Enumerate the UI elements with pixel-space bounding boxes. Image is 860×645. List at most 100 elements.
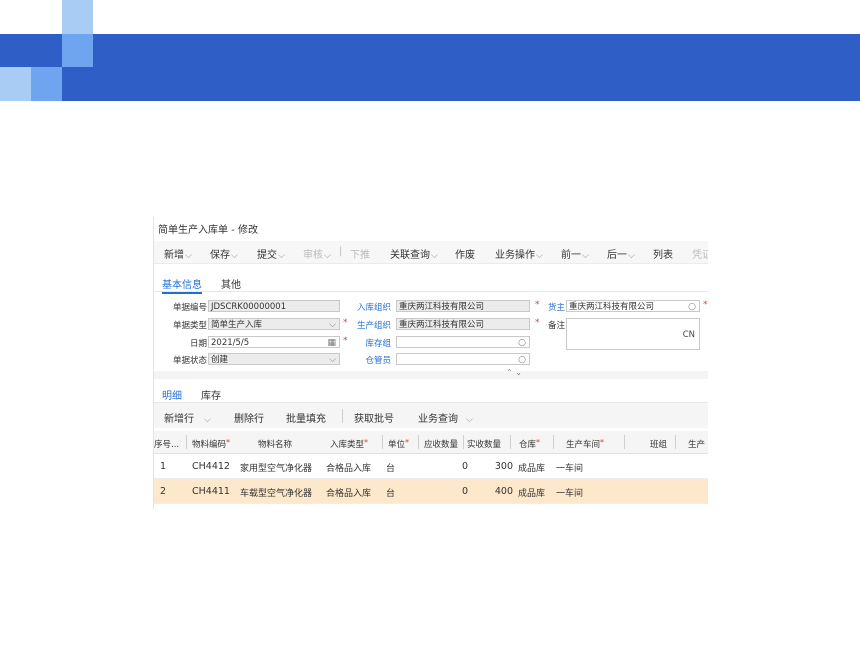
search-icon[interactable]: ○	[518, 354, 526, 364]
chevron-down-icon: ⌵	[278, 251, 285, 261]
keeper-field[interactable]: ○	[396, 353, 530, 365]
col-seq[interactable]: 序号...	[154, 438, 179, 450]
chevron-down-icon: ⌵	[582, 251, 589, 261]
col-real-qty[interactable]: 实收数量	[467, 438, 501, 450]
col-material-code[interactable]: 物料编码*	[192, 438, 230, 450]
title-banner	[0, 34, 860, 101]
col-production[interactable]: 生产	[688, 438, 705, 450]
col-workshop[interactable]: 生产车间*	[566, 438, 604, 450]
cell-real-qty[interactable]: 300	[495, 461, 513, 472]
status-label: 单据状态	[172, 356, 207, 366]
production-org-label: 生产组织	[356, 321, 391, 331]
cell-material-code[interactable]: CH4412	[192, 461, 230, 472]
cell-stock-type[interactable]: 合格品入库	[326, 461, 371, 474]
required-mark: *	[343, 336, 348, 346]
save-button[interactable]: 保存⌵	[210, 246, 238, 261]
cell-real-qty[interactable]: 400	[495, 486, 513, 497]
get-lot-button[interactable]: 获取批号	[354, 410, 394, 425]
search-icon[interactable]: ○	[518, 337, 526, 347]
list-button[interactable]: 列表	[653, 246, 673, 261]
status-select[interactable]: 创建 ⌵	[208, 353, 340, 365]
voucher-button[interactable]: 凭证	[692, 246, 708, 261]
stock-group-label: 库存组	[365, 339, 391, 349]
note-label: 备注	[547, 321, 565, 331]
cell-stock-type[interactable]: 合格品入库	[326, 486, 371, 499]
window-title: 简单生产入库单 - 修改	[158, 225, 258, 236]
column-divider	[186, 435, 187, 449]
related-query-button[interactable]: 关联查询⌵	[390, 246, 438, 261]
date-label: 日期	[189, 339, 207, 349]
col-due-qty[interactable]: 应收数量	[424, 438, 458, 450]
cell-workshop[interactable]: 一车间	[556, 461, 583, 474]
column-divider	[510, 435, 511, 449]
cell-unit[interactable]: 台	[386, 461, 395, 474]
collapse-icon[interactable]: ⌃ ⌄	[506, 368, 522, 377]
audit-button[interactable]: 审核⌵	[303, 246, 331, 261]
bill-type-select[interactable]: 简单生产入库 ⌵	[208, 318, 340, 330]
add-row-button[interactable]: 新增行 ⌵	[164, 410, 211, 425]
cell-due-qty[interactable]: 0	[462, 486, 468, 497]
date-field[interactable]: 2021/5/5 ▦	[208, 336, 340, 348]
cell-unit[interactable]: 台	[386, 486, 395, 499]
col-material-name[interactable]: 物料名称	[258, 438, 292, 450]
column-divider	[418, 435, 419, 449]
business-ops-button[interactable]: 业务操作⌵	[495, 246, 543, 261]
delete-row-button[interactable]: 删除行	[234, 410, 264, 425]
previous-button[interactable]: 前一⌵	[561, 246, 589, 261]
stock-org-label: 入库组织	[356, 303, 391, 313]
tab-inventory[interactable]: 库存	[201, 387, 221, 402]
chevron-down-icon: ⌵	[324, 251, 331, 261]
cell-material-code[interactable]: CH4411	[192, 486, 230, 497]
table-header: 序号... 物料编码* 物料名称 入库类型* 单位* 应收数量 实收数量 仓库*…	[154, 431, 708, 454]
chevron-down-icon: ⌵	[431, 251, 438, 261]
stock-org-field[interactable]: 重庆两江科技有限公司	[396, 300, 530, 312]
cell-workshop[interactable]: 一车间	[556, 486, 583, 499]
table-row[interactable]: 2 CH4411 车载型空气净化器 合格品入库 台 0 400 成品库 一车间	[154, 479, 708, 504]
new-button[interactable]: 新增⌵	[164, 246, 192, 261]
table-row[interactable]: 1 CH4412 家用型空气净化器 合格品入库 台 0 300 成品库 一车间	[154, 454, 708, 479]
detail-toolbar: 新增行 ⌵ 删除行 批量填充 获取批号 业务查询 ⌵	[154, 403, 708, 428]
required-mark: *	[535, 318, 540, 328]
stock-group-field[interactable]: ○	[396, 336, 530, 348]
push-down-button[interactable]: 下推	[350, 246, 370, 261]
bill-type-label: 单据类型	[172, 321, 207, 331]
tab-other[interactable]: 其他	[221, 276, 241, 291]
cell-stock[interactable]: 成品库	[518, 461, 545, 474]
chevron-down-icon: ⌵	[329, 355, 336, 365]
cell-due-qty[interactable]: 0	[462, 461, 468, 472]
note-textarea[interactable]: CN	[566, 318, 700, 350]
lang-indicator[interactable]: CN	[683, 329, 695, 341]
next-button[interactable]: 后一⌵	[607, 246, 635, 261]
cell-material-name[interactable]: 家用型空气净化器	[240, 461, 312, 474]
cell-material-name[interactable]: 车载型空气净化器	[240, 486, 312, 499]
owner-label: 货主	[547, 303, 565, 313]
submit-button[interactable]: 提交⌵	[257, 246, 285, 261]
void-button[interactable]: 作废	[455, 246, 475, 261]
calendar-icon[interactable]: ▦	[327, 337, 336, 347]
search-icon[interactable]: ○	[688, 301, 696, 311]
deco-square-top	[62, 0, 93, 34]
required-mark: *	[343, 318, 348, 328]
cell-stock[interactable]: 成品库	[518, 486, 545, 499]
tab-basic-info[interactable]: 基本信息	[162, 276, 202, 294]
bill-no-field[interactable]: JDSCRK00000001	[208, 300, 340, 312]
column-divider	[624, 435, 625, 449]
col-stock-type[interactable]: 入库类型*	[330, 438, 368, 450]
chevron-down-icon: ⌵	[204, 415, 211, 425]
col-unit[interactable]: 单位*	[388, 438, 409, 450]
chevron-down-icon: ⌵	[536, 251, 543, 261]
chevron-down-icon: ⌵	[628, 251, 635, 261]
owner-field[interactable]: 重庆两江科技有限公司 ○	[566, 300, 700, 312]
col-stock[interactable]: 仓库*	[519, 438, 540, 450]
batch-fill-button[interactable]: 批量填充	[286, 410, 326, 425]
cell-seq: 2	[160, 486, 167, 497]
header-tabs: 基本信息 其他	[154, 275, 708, 294]
detail-tabs: 明细 库存	[154, 386, 708, 405]
production-org-field[interactable]: 重庆两江科技有限公司	[396, 318, 530, 330]
column-divider	[553, 435, 554, 449]
bill-no-label: 单据编号	[172, 303, 207, 313]
business-query-button[interactable]: 业务查询 ⌵	[418, 410, 473, 425]
col-team[interactable]: 班组	[650, 438, 667, 450]
erp-window: 简单生产入库单 - 修改 新增⌵ 保存⌵ 提交⌵ 审核⌵ | 下推 关联查询⌵ …	[153, 217, 708, 509]
toolbar-divider: |	[339, 246, 343, 257]
